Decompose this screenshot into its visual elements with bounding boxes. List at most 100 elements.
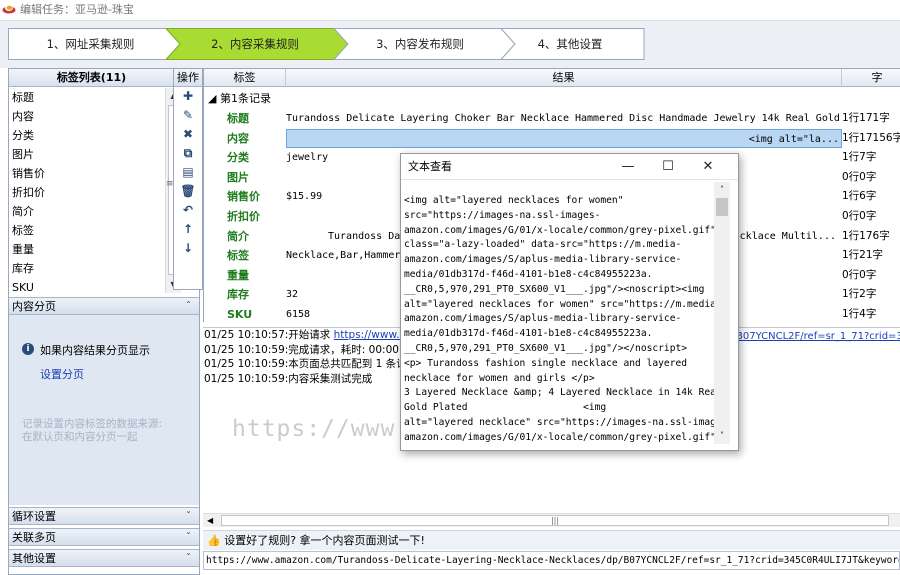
log-text: 本页面总共匹配到 1 条记 — [288, 358, 407, 370]
grid-row-count: 0行0字 — [842, 268, 877, 281]
log-time: 01/25 10:10:59: — [204, 343, 289, 356]
tag-list-panel: 标签列表(11) 标题 内容 分类 图片 销售价 折扣价 简介 标签 重量 库存… — [8, 68, 200, 575]
log-link[interactable]: https://www.a — [334, 329, 406, 341]
test-hint: 设置好了规则? 拿一个内容页面测试一下! — [224, 534, 425, 547]
step-other-settings[interactable]: 4、其他设置 — [510, 28, 630, 60]
log-text: 开始请求 — [288, 329, 334, 341]
log-url-tail[interactable]: B07YCNCL2F/ref=sr_1_71?crid=345C0 — [736, 330, 900, 345]
minimize-icon[interactable]: — — [610, 154, 646, 180]
grid-row-count: 0行0字 — [842, 170, 877, 183]
tag-item[interactable]: 库存 — [9, 259, 174, 278]
trash-icon[interactable]: 🗑 — [174, 182, 202, 201]
text-viewer-dialog: 文本查看 — ☐ ✕ <img alt="layered necklaces f… — [400, 153, 739, 451]
window-title: 编辑任务：亚马逊-珠宝 — [20, 3, 134, 16]
col-tag-header[interactable]: 标签 — [204, 69, 286, 87]
expand-down-icon[interactable]: ˇ — [186, 508, 191, 525]
dialog-title: 文本查看 — [408, 160, 452, 173]
grid-row-count: 0行0字 — [842, 210, 877, 222]
pagination-section-header[interactable]: 内容分页 ˆ — [9, 297, 199, 315]
tag-item[interactable]: 销售价 — [9, 164, 174, 183]
log-text: 内容采集测试完成 — [288, 372, 373, 385]
grid-row-count: 1行176字 — [842, 229, 890, 242]
tag-item[interactable]: 图片 — [9, 145, 174, 164]
step-url-rules[interactable]: 1、网址采集规则 — [8, 28, 173, 60]
grid-row[interactable]: 标题 Turandoss Delicate Layering Choker Bar… — [204, 109, 900, 129]
grid-row-tag: 标题 — [227, 112, 249, 125]
move-up-icon[interactable]: ↑ — [174, 220, 202, 239]
paste-icon[interactable]: ▤ — [174, 163, 202, 182]
scroll-up-icon[interactable]: ˄ — [714, 182, 730, 198]
close-icon[interactable]: ✕ — [690, 154, 726, 180]
add-icon[interactable]: ✚ — [174, 87, 202, 106]
hscroll-thumb[interactable]: ||| — [221, 515, 889, 526]
thumbs-up-icon: 👍 — [207, 534, 221, 547]
pagination-section-title: 内容分页 — [12, 300, 56, 313]
log-hscrollbar[interactable]: ◀ ||| — [203, 513, 900, 527]
tag-item[interactable]: 标签 — [9, 221, 174, 240]
collapse-up-icon[interactable]: ˆ — [186, 298, 191, 315]
multi-page-section-header[interactable]: 关联多页 ˇ — [9, 528, 199, 546]
other-section-title: 其他设置 — [12, 552, 56, 565]
test-hint-bar: 👍 设置好了规则? 拿一个内容页面测试一下! — [203, 530, 900, 550]
set-pagination-link[interactable]: 设置分页 — [40, 366, 84, 382]
step-label: 2、内容采集规则 — [211, 37, 299, 51]
info-icon: i — [22, 343, 34, 355]
record-group[interactable]: ◢ 第1条记录 — [208, 90, 271, 108]
grid-row-tag: 分类 — [227, 151, 249, 165]
tag-item[interactable]: 内容 — [9, 107, 174, 126]
collapse-triangle-icon[interactable]: ◢ — [208, 92, 216, 105]
grid-row-count: 1行171字 — [842, 112, 890, 124]
test-url-input[interactable]: https://www.amazon.com/Turandoss-Delicat… — [203, 551, 900, 570]
operation-header: 操作 — [174, 69, 202, 87]
grid-header: 标签 结果 字 — [204, 69, 900, 87]
scroll-thumb[interactable] — [716, 198, 728, 216]
tag-item[interactable]: 标题 — [9, 88, 174, 107]
grid-row-value[interactable]: <img alt="la... — [286, 128, 842, 148]
tag-item[interactable]: 重量 — [9, 240, 174, 259]
other-section-header[interactable]: 其他设置 ˇ — [9, 549, 199, 567]
undo-icon[interactable]: ↶ — [174, 201, 202, 220]
tag-item[interactable]: 简介 — [9, 202, 174, 221]
col-count-header[interactable]: 字 — [842, 69, 900, 87]
maximize-icon[interactable]: ☐ — [650, 154, 686, 180]
multi-page-section-title: 关联多页 — [12, 531, 56, 544]
pagination-hint-2: 在默认页和内容分页一起 — [22, 431, 138, 443]
grid-row-tag: 内容 — [227, 131, 249, 145]
grid-row-tag: SKU — [227, 308, 253, 321]
grid-row-value[interactable]: Turandoss Delicate Layering Choker Bar N… — [286, 109, 842, 128]
grid-row-count: 1行2字 — [842, 288, 877, 301]
scroll-left-icon[interactable]: ◀ — [207, 514, 213, 527]
log-time: 01/25 10:10:59: — [204, 372, 289, 385]
loop-section-header[interactable]: 循环设置 ˇ — [9, 507, 199, 525]
delete-icon[interactable]: ✖ — [174, 125, 202, 144]
grid-row-count: 1行6字 — [842, 190, 877, 203]
grid-row-tag: 销售价 — [227, 190, 260, 204]
step-label: 1、网址采集规则 — [46, 37, 135, 51]
dialog-scrollbar[interactable]: ˄ ˅ — [714, 182, 730, 444]
dialog-titlebar: 文本查看 — ☐ ✕ — [401, 154, 738, 180]
step-content-rules[interactable]: 2、内容采集规则 — [180, 28, 330, 60]
tag-item[interactable]: SKU — [9, 278, 174, 297]
dialog-text[interactable]: <img alt="layered necklaces for women" s… — [404, 194, 717, 444]
tag-item[interactable]: 折扣价 — [9, 183, 174, 202]
copy-icon[interactable]: ⧉ — [174, 144, 202, 163]
tag-item[interactable]: 分类 — [9, 126, 174, 145]
log-text: 完成请求，耗时: 00:00. — [288, 343, 403, 356]
grid-row-tag: 标签 — [227, 249, 249, 263]
grid-row-value-text: <img alt="la... — [748, 133, 839, 145]
move-down-icon[interactable]: ↓ — [174, 239, 202, 258]
scroll-down-icon[interactable]: ˅ — [714, 428, 730, 444]
grid-row-count: 1行17156字 — [842, 131, 900, 144]
expand-down-icon[interactable]: ˇ — [186, 550, 191, 567]
step-label: 3、内容发布规则 — [376, 37, 464, 51]
edit-icon[interactable]: ✎ — [174, 106, 202, 125]
col-result-header[interactable]: 结果 — [286, 69, 842, 87]
pagination-body: i 如果内容结果分页显示 设置分页 记录设置内容标签的数据来源: 在默认页和内容… — [9, 315, 199, 505]
loop-section-title: 循环设置 — [12, 510, 56, 523]
pagination-info: 如果内容结果分页显示 — [40, 344, 150, 357]
tag-list-header: 标签列表(11) — [9, 69, 174, 87]
step-publish-rules[interactable]: 3、内容发布规则 — [345, 28, 495, 60]
expand-down-icon[interactable]: ˇ — [186, 529, 191, 546]
grid-row-tag: 图片 — [227, 170, 249, 184]
grid-row[interactable]: 内容 <img alt="la... 1行17156字 — [204, 128, 900, 149]
